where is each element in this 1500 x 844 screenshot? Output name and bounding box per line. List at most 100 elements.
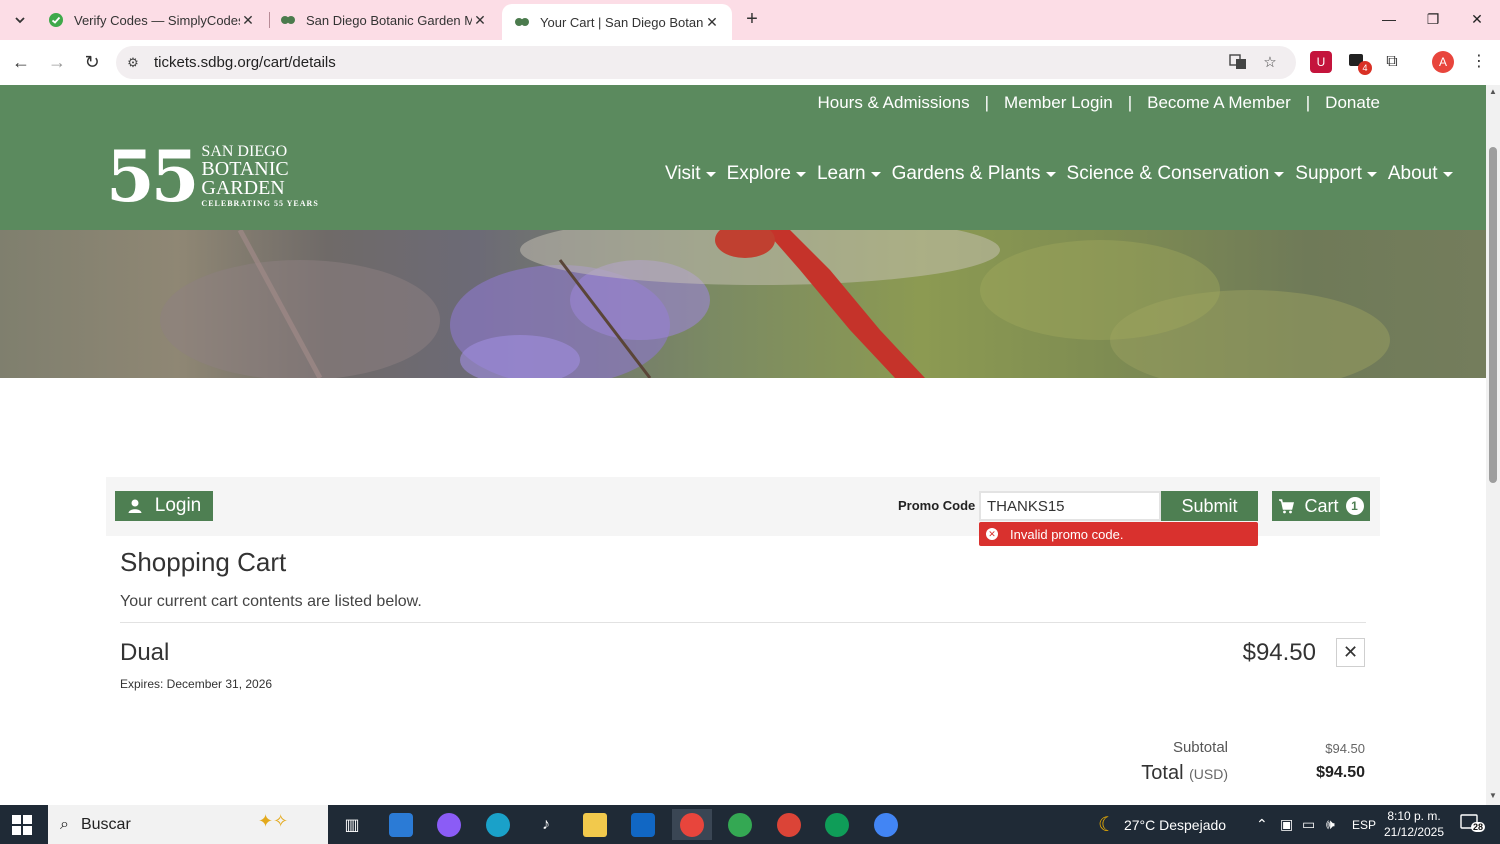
weather-widget[interactable]: ☾ 27°C Despejado xyxy=(1098,805,1226,844)
promo-code-label: Promo Code xyxy=(898,498,976,513)
browser-tab-sdbg-members[interactable]: San Diego Botanic Garden Men ✕ xyxy=(268,0,500,40)
caret-down-icon xyxy=(1045,171,1056,177)
tray-chevron-up-icon[interactable]: ⌃ xyxy=(1256,805,1268,844)
total-currency: (USD) xyxy=(1189,766,1228,782)
tab-close-icon[interactable]: ✕ xyxy=(472,12,488,29)
promo-code-input[interactable] xyxy=(979,491,1161,521)
scroll-up-arrow-icon[interactable]: ▲ xyxy=(1488,87,1498,96)
promo-error-alert: ✕ Invalid promo code. xyxy=(979,522,1258,546)
caret-down-icon xyxy=(1442,171,1453,177)
cart-description: Your current cart contents are listed be… xyxy=(120,593,422,610)
nav-explore[interactable]: Explore xyxy=(727,163,806,185)
file-explorer-icon[interactable] xyxy=(575,809,615,840)
tiktok-icon[interactable]: ♪ xyxy=(526,809,566,840)
volume-icon[interactable]: 🕪 xyxy=(1326,805,1335,844)
extensions-badge-icon[interactable]: 4 xyxy=(1346,51,1372,75)
browser-tab-strip: Verify Codes — SimplyCodes ✕ San Diego B… xyxy=(0,0,1500,40)
url-text[interactable]: tickets.sdbg.org/cart/details xyxy=(154,54,336,71)
site-settings-icon[interactable]: ⚙ xyxy=(124,54,142,72)
profile-avatar[interactable]: A xyxy=(1432,51,1454,73)
nav-support[interactable]: Support xyxy=(1295,163,1377,185)
page-viewport: Hours & Admissions | Member Login | Beco… xyxy=(0,85,1486,805)
member-login-link[interactable]: Member Login xyxy=(1004,93,1113,113)
chrome-profile-m-icon[interactable] xyxy=(769,809,809,840)
nav-gardens-plants[interactable]: Gardens & Plants xyxy=(892,163,1056,185)
chrome-profile-v-icon[interactable] xyxy=(720,809,760,840)
nav-label: About xyxy=(1387,163,1438,184)
logo-tagline: CELEBRATING 55 YEARS xyxy=(201,199,319,208)
nav-label: Gardens & Plants xyxy=(891,163,1041,184)
moon-icon: ☾ xyxy=(1098,814,1116,836)
reload-icon[interactable]: ↻ xyxy=(79,49,105,75)
chrome-profile-g-icon[interactable] xyxy=(866,809,906,840)
page-scrollbar[interactable]: ▲ ▼ xyxy=(1486,85,1500,805)
tab-search-chevron-icon[interactable] xyxy=(8,8,32,32)
chrome-profile-v2-icon[interactable] xyxy=(817,809,857,840)
back-arrow-icon[interactable]: ← xyxy=(8,49,34,75)
nav-label: Explore xyxy=(726,163,791,184)
total-label-text: Total xyxy=(1141,762,1184,784)
donate-link[interactable]: Donate xyxy=(1325,93,1380,113)
utility-separator: | xyxy=(1127,93,1133,112)
caret-down-icon xyxy=(795,171,806,177)
windows-taskbar: ⌕ Buscar ✦✧ ▥ ♪ ☾ 27°C Despejado ⌃ ▣ ▭ 🕪… xyxy=(0,805,1500,844)
language-indicator[interactable]: ESP xyxy=(1352,805,1376,844)
nav-learn[interactable]: Learn xyxy=(817,163,881,185)
page-title: Shopping Cart xyxy=(120,547,287,577)
nav-label: Science & Conservation xyxy=(1066,163,1270,184)
chrome-profile-a-icon[interactable] xyxy=(672,809,712,840)
scrollbar-thumb[interactable] xyxy=(1489,147,1497,483)
total-label: Total (USD) xyxy=(1100,762,1228,785)
new-tab-plus-icon[interactable]: + xyxy=(740,8,764,32)
system-clock[interactable]: 8:10 p. m. 21/12/2025 xyxy=(1376,808,1452,840)
address-bar[interactable]: ⚙ tickets.sdbg.org/cart/details ☆ xyxy=(116,46,1296,79)
tab-close-icon[interactable]: ✕ xyxy=(704,14,720,31)
cart-count-badge: 1 xyxy=(1345,497,1364,515)
close-window-icon[interactable]: ✕ xyxy=(1462,6,1492,32)
bookmark-star-icon[interactable]: ☆ xyxy=(1260,53,1280,73)
restore-icon[interactable]: ❐ xyxy=(1418,6,1448,32)
remove-item-button[interactable]: ✕ xyxy=(1336,638,1365,667)
site-logo[interactable]: 55 SAN DIEGO BOTANIC GARDEN CELEBRATING … xyxy=(106,141,326,213)
tray-device-icon[interactable]: ▣ xyxy=(1280,805,1293,844)
notification-count: 28 xyxy=(1471,822,1486,832)
notification-center-icon[interactable]: 28 xyxy=(1460,814,1488,836)
hours-admissions-link[interactable]: Hours & Admissions xyxy=(817,93,969,113)
extension-badge-count: 4 xyxy=(1358,61,1372,75)
error-x-icon: ✕ xyxy=(986,528,998,540)
become-member-link[interactable]: Become A Member xyxy=(1147,93,1291,113)
browser-tab-cart[interactable]: Your Cart | San Diego Botanic G ✕ xyxy=(502,4,732,40)
ublock-extension-icon[interactable]: U xyxy=(1310,51,1332,73)
edge-icon[interactable] xyxy=(478,809,518,840)
cart-item-expiry: Expires: December 31, 2026 xyxy=(120,677,273,691)
tab-close-icon[interactable]: ✕ xyxy=(240,12,256,29)
promo-submit-button[interactable]: Submit xyxy=(1161,491,1258,521)
cart-label: Cart xyxy=(1304,495,1339,516)
total-value: $94.50 xyxy=(1316,764,1365,781)
logo-line-3: GARDEN xyxy=(201,177,285,199)
copilot-sparkle-icon: ✦✧ xyxy=(258,811,289,831)
extensions-puzzle-icon[interactable]: ⧉ xyxy=(1381,51,1403,73)
forward-arrow-icon[interactable]: → xyxy=(44,49,70,75)
taskbar-search-box[interactable]: ⌕ Buscar ✦✧ xyxy=(48,805,328,844)
nav-about[interactable]: About xyxy=(1388,163,1453,185)
outlook-icon[interactable] xyxy=(623,809,663,840)
caret-down-icon xyxy=(1366,171,1377,177)
nav-visit[interactable]: Visit xyxy=(665,163,716,185)
cart-button[interactable]: Cart 1 xyxy=(1272,491,1370,521)
login-button[interactable]: Login xyxy=(115,491,213,521)
nav-science-conservation[interactable]: Science & Conservation xyxy=(1067,163,1285,185)
copilot-icon[interactable] xyxy=(429,809,469,840)
store-icon[interactable] xyxy=(381,809,421,840)
divider xyxy=(120,622,1366,623)
chrome-menu-icon[interactable]: ⋮ xyxy=(1468,51,1490,73)
translate-icon[interactable] xyxy=(1228,53,1248,73)
browser-tab-simplycodes[interactable]: Verify Codes — SimplyCodes ✕ xyxy=(36,0,268,40)
logo-number: 55 xyxy=(106,135,199,218)
network-icon[interactable]: ▭ xyxy=(1302,805,1315,844)
minimize-icon[interactable]: — xyxy=(1374,6,1404,32)
windows-start-icon[interactable] xyxy=(12,815,32,835)
scroll-down-arrow-icon[interactable]: ▼ xyxy=(1488,791,1498,800)
task-view-icon[interactable]: ▥ xyxy=(332,809,372,840)
utility-separator: | xyxy=(1305,93,1311,112)
